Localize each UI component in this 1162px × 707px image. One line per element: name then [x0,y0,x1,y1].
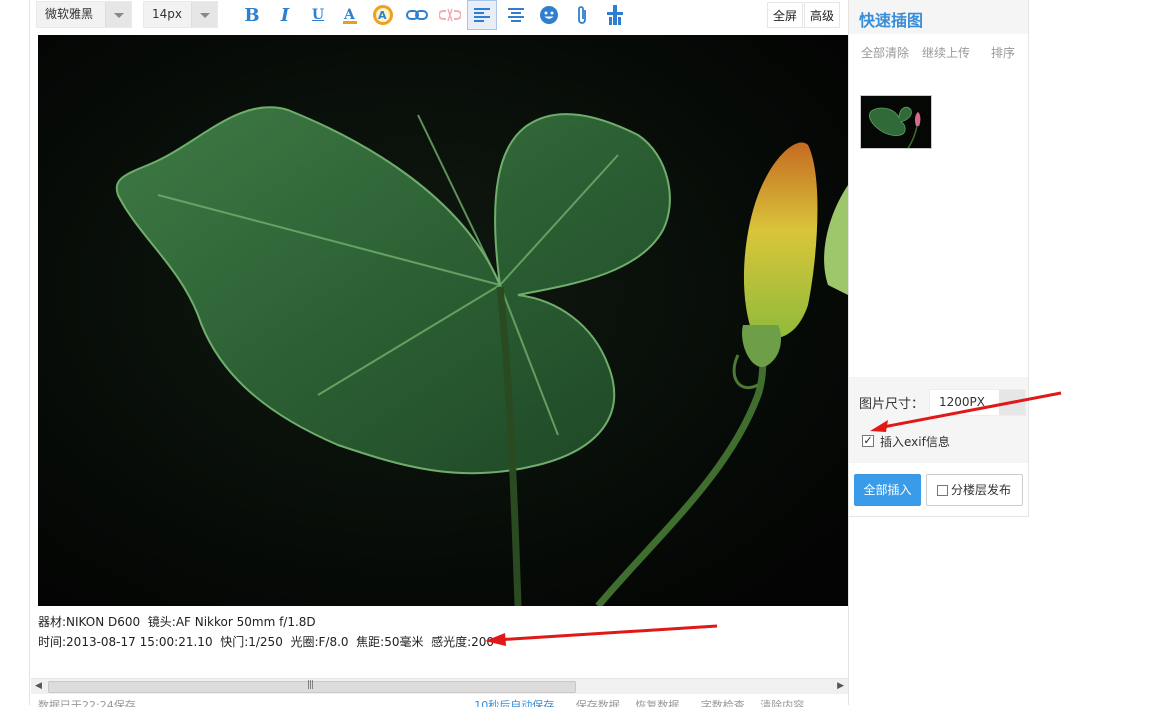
scrollbar-thumb[interactable]: ||| [48,680,576,693]
link-button[interactable] [402,0,432,30]
image-size-select[interactable]: 1200PX [929,389,1026,416]
svg-text:A: A [378,9,387,22]
emoji-button[interactable] [534,0,564,30]
bold-button[interactable]: B [237,0,267,30]
sort-link[interactable]: 排序 [991,44,1015,61]
insert-exif-checkbox[interactable]: ✓ [862,435,874,447]
uploaded-image-thumbnail[interactable] [860,95,932,149]
scroll-left-icon[interactable]: ◀ [35,681,42,691]
leaf-photo-image [38,35,848,606]
panel-title: 快速插图 [859,11,924,30]
advanced-button[interactable]: 高级 [804,2,841,28]
thumbnail-image [861,96,931,148]
font-size-select[interactable]: 14px [143,1,218,28]
insert-all-button[interactable]: 全部插入 [854,474,921,506]
highlight-color-button[interactable]: A [368,0,398,30]
bold-icon: B [244,4,260,26]
autosave-link[interactable]: 10秒后自动保存 [474,699,554,707]
font-family-select[interactable]: 微软雅黑 [36,1,132,28]
insert-settings: 图片尺寸： 1200PX ✓ 插入exif信息 [849,377,1028,463]
floor-publish-option[interactable]: 分楼层发布 [926,474,1023,506]
special-button[interactable] [600,0,630,30]
align-center-button[interactable] [501,0,531,30]
save-data-link[interactable]: 保存数据 [576,699,620,707]
horizontal-scrollbar[interactable]: ◀ ||| ▶ [31,678,848,694]
chevron-down-icon[interactable] [105,2,131,27]
grip-icon: ||| [307,680,314,690]
font-family-value: 微软雅黑 [45,7,94,21]
chevron-down-icon[interactable] [191,2,217,27]
continue-upload-link[interactable]: 继续上传 [922,44,970,61]
editor-status-bar: 数据已于22:24保存 10秒后自动保存 保存数据 恢复数据 字数检查 清除内容 [38,697,848,707]
word-count-link[interactable]: 字数检查 [701,699,745,707]
align-left-icon [474,8,490,22]
floor-publish-checkbox[interactable] [937,485,948,496]
unlink-button[interactable] [435,0,465,30]
attachment-button[interactable] [567,0,597,30]
align-left-button[interactable] [467,0,497,30]
underline-icon: U [311,7,325,23]
quick-insert-panel: 快速插图 全部清除 继续上传 排序 图片尺寸： 1200PX ✓ 插入exif信… [849,0,1029,517]
italic-icon: I [280,4,290,26]
clear-content-link[interactable]: 清除内容 [760,699,804,707]
panel-header: 快速插图 [849,0,1028,34]
exif-line-settings: 时间:2013-08-17 15:00:21.10 快门:1/250 光圈:F/… [38,635,495,649]
align-center-icon [508,8,524,22]
special-icon [607,5,623,25]
font-color-icon: A [343,7,357,24]
insert-exif-label: 插入exif信息 [880,435,950,449]
image-size-label: 图片尺寸： [859,397,925,412]
svg-text:A: A [343,7,356,23]
fullscreen-button[interactable]: 全屏 [767,2,804,28]
italic-button[interactable]: I [270,0,300,30]
scroll-right-icon[interactable]: ▶ [837,681,844,691]
link-icon [406,10,428,20]
restore-data-link[interactable]: 恢复数据 [635,699,679,707]
underline-button[interactable]: U [303,0,333,30]
clear-all-link[interactable]: 全部清除 [861,44,909,61]
editor-toolbar: 微软雅黑 14px B I U A A 全屏 高级 [30,0,848,30]
exif-line-equipment: 器材:NIKON D600 镜头:AF Nikkor 50mm f/1.8D [38,615,316,629]
font-color-button[interactable]: A [335,0,365,30]
chevron-down-icon[interactable] [999,390,1025,415]
image-size-value: 1200PX [939,395,985,409]
highlight-color-icon: A [373,5,393,25]
inserted-photo[interactable] [38,35,848,606]
unlink-icon [439,8,461,22]
font-size-value: 14px [152,7,182,21]
save-status: 数据已于22:24保存 [38,699,136,707]
emoji-icon [540,6,558,24]
floor-publish-label: 分楼层发布 [951,483,1012,497]
attachment-icon [578,6,586,24]
